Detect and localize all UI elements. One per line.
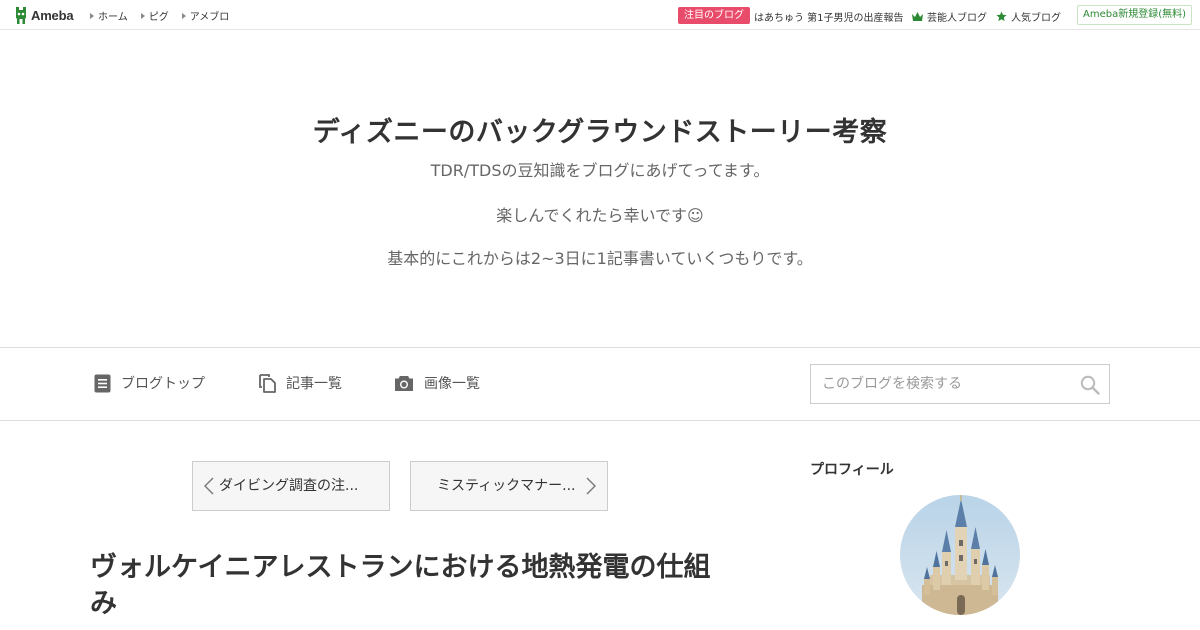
nav-ameblo[interactable]: アメブロ [181,8,230,23]
article-title[interactable]: ヴォルケイニアレストランにおける地熱発電の仕組み [90,550,720,622]
nav-blog-top[interactable]: ブログトップ [94,373,205,393]
celebrity-blog-link[interactable]: 芸能人ブログ [912,9,987,24]
popular-blog-link[interactable]: 人気ブログ [996,9,1061,24]
nav-pigg-label: ピグ [148,12,169,23]
popular-blog-label: 人気ブログ [1011,13,1061,24]
castle-icon [900,495,1020,615]
prev-entry-button[interactable]: ダイビング調査の注... [192,461,390,511]
nav-entry-list-label: 記事一覧 [286,376,342,392]
nav-home[interactable]: ホーム [90,8,128,23]
camera-icon [395,375,413,391]
blog-header: ディズニーのバックグラウンドストーリー考察 TDR/TDSの豆知識をブログにあげ… [0,30,1200,348]
triangle-right-icon [90,12,94,19]
nav-image-list-label: 画像一覧 [424,376,480,392]
nav-ameblo-label: アメブロ [189,12,230,23]
ameba-mascot-icon [16,6,26,24]
document-icon [94,374,111,392]
crown-icon [912,12,923,21]
chevron-right-icon [586,477,596,495]
nav-entry-list[interactable]: 記事一覧 [259,373,342,393]
blog-nav-bar: ブログトップ 記事一覧 画像一覧 [0,347,1200,421]
nav-image-list[interactable]: 画像一覧 [394,373,480,393]
profile-heading: プロフィール [810,462,894,478]
blog-title[interactable]: ディズニーのバックグラウンドストーリー考察 [0,110,1200,149]
attention-badge: 注目のブログ [678,7,750,24]
nav-home-label: ホーム [98,12,128,23]
celebrity-blog-label: 芸能人ブログ [927,13,987,24]
triangle-right-icon [140,12,145,19]
global-nav: ホーム ピグ アメブロ [90,8,242,23]
prev-entry-label: ダイビング調査の注... [219,478,359,494]
avatar[interactable] [900,495,1020,615]
attention-blog-link[interactable]: はあちゅう 第1子男児の出産報告 [754,9,904,24]
register-button[interactable]: Ameba新規登録(無料) [1077,5,1192,25]
global-header: Ameba ホーム ピグ アメブロ 注目のブログ はあちゅう 第1子男児の出産報… [0,0,1200,30]
blog-description-line: 楽しんでくれたら幸いです☺ [496,206,704,225]
search-input[interactable] [811,365,1071,403]
blog-description-line: 基本的にこれからは2~3日に1記事書いていくつもりです。 [387,249,813,268]
copy-pages-icon [259,373,276,393]
triangle-right-icon [181,12,186,19]
next-entry-button[interactable]: ミスティックマナー... [410,461,608,511]
blog-description-line: TDR/TDSの豆知識をブログにあげてってます。 [430,161,770,180]
nav-pigg[interactable]: ピグ [140,8,169,23]
star-icon [996,11,1007,22]
logo-text: Ameba [31,7,74,23]
ameba-logo[interactable]: Ameba [14,6,74,24]
chevron-left-icon [204,477,214,495]
nav-blog-top-label: ブログトップ [121,376,205,392]
next-entry-label: ミスティックマナー... [437,478,576,494]
blog-search [810,364,1110,404]
search-icon[interactable] [1079,374,1101,396]
